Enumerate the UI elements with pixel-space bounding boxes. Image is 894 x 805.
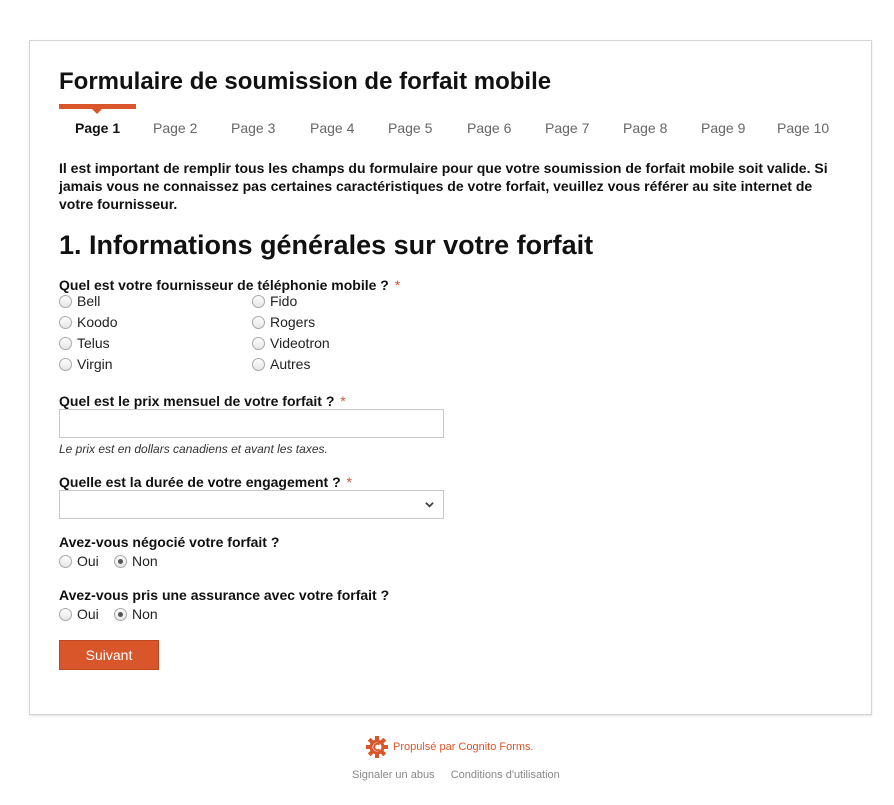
duration-select[interactable]	[59, 490, 444, 519]
option-label: Autres	[270, 356, 311, 372]
radio-button[interactable]	[59, 336, 72, 350]
chevron-down-icon	[425, 502, 434, 508]
tab-page-6[interactable]: Page 6	[467, 120, 511, 136]
provider-option-virgin[interactable]: Virgin	[59, 355, 113, 373]
tab-page-3[interactable]: Page 3	[231, 120, 275, 136]
radio-button-checked[interactable]	[114, 554, 127, 568]
insurance-option-non[interactable]: Non	[114, 605, 158, 623]
provider-option-autres[interactable]: Autres	[252, 355, 310, 373]
provider-option-rogers[interactable]: Rogers	[252, 313, 315, 331]
footer-links: Signaler un abus Conditions d'utilisatio…	[352, 769, 560, 781]
tab-page-2[interactable]: Page 2	[153, 120, 197, 136]
radio-button[interactable]	[252, 336, 265, 350]
option-label: Videotron	[270, 335, 330, 351]
required-mark: *	[340, 393, 346, 409]
option-label: Non	[132, 606, 158, 622]
powered-by-link[interactable]: Propulsé par Cognito Forms.	[366, 736, 534, 758]
insurance-question-label: Avez-vous pris une assurance avec votre …	[59, 587, 390, 603]
radio-button[interactable]	[252, 315, 265, 329]
required-mark: *	[346, 474, 352, 490]
provider-option-koodo[interactable]: Koodo	[59, 313, 117, 331]
radio-button[interactable]	[59, 554, 72, 568]
intro-text: Il est important de remplir tous les cha…	[59, 160, 828, 212]
required-mark: *	[394, 277, 401, 293]
tab-page-9[interactable]: Page 9	[701, 120, 745, 136]
form-card: Formulaire de soumission de forfait mobi…	[29, 40, 872, 715]
tab-page-10[interactable]: Page 10	[777, 120, 829, 136]
option-label: Koodo	[77, 314, 118, 330]
price-help-text: Le prix est en dollars canadiens et avan…	[59, 442, 328, 456]
negotiated-question-label: Avez-vous négocié votre forfait ?	[59, 534, 280, 550]
terms-link[interactable]: Conditions d'utilisation	[451, 769, 560, 781]
option-label: Telus	[77, 335, 110, 351]
option-label: Bell	[77, 293, 101, 309]
insurance-option-oui[interactable]: Oui	[59, 605, 99, 623]
radio-button[interactable]	[59, 357, 72, 371]
duration-question-label: Quelle est la durée de votre engagement …	[59, 474, 352, 490]
negotiated-option-non[interactable]: Non	[114, 552, 158, 570]
powered-by-text: Propulsé par Cognito Forms.	[393, 741, 534, 753]
radio-button[interactable]	[252, 294, 265, 308]
price-question-label: Quel est le prix mensuel de votre forfai…	[59, 393, 346, 409]
radio-button[interactable]	[59, 294, 72, 308]
report-abuse-link[interactable]: Signaler un abus	[352, 769, 435, 781]
option-label: Non	[132, 553, 158, 569]
price-question-text: Quel est le prix mensuel de votre forfai…	[59, 393, 335, 409]
section-title: 1. Informations générales sur votre forf…	[59, 230, 594, 260]
tab-page-7[interactable]: Page 7	[545, 120, 589, 136]
cognito-gear-icon	[366, 736, 388, 758]
page-navigation: Page 1 Page 2 Page 3 Page 4 Page 5 Page …	[59, 104, 839, 144]
radio-button[interactable]	[59, 607, 72, 621]
option-label: Oui	[77, 553, 99, 569]
form-title: Formulaire de soumission de forfait mobi…	[59, 68, 552, 95]
next-button[interactable]: Suivant	[59, 640, 159, 670]
option-label: Fido	[270, 293, 298, 309]
provider-option-videotron[interactable]: Videotron	[252, 334, 330, 352]
tab-page-1[interactable]: Page 1	[75, 120, 120, 136]
tab-page-4[interactable]: Page 4	[310, 120, 354, 136]
provider-question-label: Quel est votre fournisseur de téléphonie…	[59, 277, 400, 293]
price-input[interactable]	[59, 409, 444, 438]
tab-page-8[interactable]: Page 8	[623, 120, 667, 136]
radio-button[interactable]	[252, 357, 265, 371]
option-label: Rogers	[270, 314, 316, 330]
option-label: Virgin	[77, 356, 113, 372]
provider-option-telus[interactable]: Telus	[59, 334, 110, 352]
duration-question-text: Quelle est la durée de votre engagement …	[59, 474, 341, 490]
provider-option-fido[interactable]: Fido	[252, 292, 297, 310]
negotiated-option-oui[interactable]: Oui	[59, 552, 99, 570]
tab-page-5[interactable]: Page 5	[388, 120, 432, 136]
provider-option-bell[interactable]: Bell	[59, 292, 100, 310]
active-page-notch	[92, 109, 102, 114]
option-label: Oui	[77, 606, 99, 622]
radio-button[interactable]	[59, 315, 72, 329]
radio-button-checked[interactable]	[114, 607, 127, 621]
provider-question-text: Quel est votre fournisseur de téléphonie…	[59, 277, 389, 293]
